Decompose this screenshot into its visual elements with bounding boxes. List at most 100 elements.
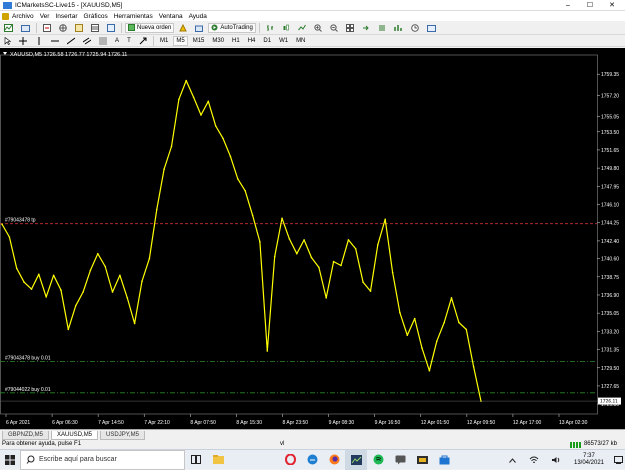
price-point: [428, 369, 431, 372]
market-watch-button[interactable]: [40, 23, 54, 33]
price-point: [192, 96, 195, 99]
menu-graficos[interactable]: Gráficos: [81, 13, 111, 20]
market-button[interactable]: [192, 23, 206, 33]
tile-windows-button[interactable]: [343, 23, 357, 33]
notifications-button[interactable]: [611, 450, 625, 470]
chat-app-button[interactable]: [389, 450, 411, 470]
horizontal-line-tool[interactable]: [48, 36, 62, 46]
navigator-button[interactable]: [72, 23, 86, 33]
channel-tool[interactable]: [80, 36, 94, 46]
zoom-in-button[interactable]: [311, 23, 325, 33]
connection-bars-icon: [569, 441, 582, 448]
folder-icon: [212, 455, 224, 464]
vertical-line-tool[interactable]: [32, 36, 46, 46]
spotify-button[interactable]: [367, 450, 389, 470]
tab-gbpnzd[interactable]: GBPNZD,M5: [2, 431, 50, 440]
price-chart[interactable]: #79043478 tp #79043478 buy 0.01 #79044022 …: [0, 48, 625, 429]
taskbar-search-box[interactable]: Escribe aquí para buscar: [20, 449, 185, 470]
period-m30[interactable]: M30: [209, 36, 227, 46]
folder-alt-icon: [416, 456, 428, 464]
candlestick-button[interactable]: [279, 23, 293, 33]
start-button[interactable]: [0, 450, 20, 470]
tab-xauusd[interactable]: XAUUSD,M5: [51, 431, 99, 440]
period-mn[interactable]: MN: [293, 36, 308, 46]
arrows-tool[interactable]: [136, 36, 150, 46]
period-d1[interactable]: D1: [260, 36, 274, 46]
taskbar-clock[interactable]: 7:37 13/04/2021: [567, 453, 611, 467]
crosshair-tool[interactable]: [16, 36, 30, 46]
line-chart-button[interactable]: [295, 23, 309, 33]
arrow-icon: [139, 37, 147, 44]
tab-usdjpy[interactable]: USDJPY,M5: [100, 431, 145, 440]
menu-archivo[interactable]: Archivo: [9, 13, 37, 20]
period-h4[interactable]: H4: [245, 36, 259, 46]
period-dropdown-button[interactable]: [408, 23, 422, 33]
x-tick-label: 8 Apr 07:50: [190, 420, 216, 426]
close-button[interactable]: ✕: [601, 0, 623, 11]
terminal-button[interactable]: [88, 23, 102, 33]
metaeditor-button[interactable]: [176, 23, 190, 33]
chart-window[interactable]: #79043478 tp #79043478 buy 0.01 #79044022 …: [0, 48, 625, 429]
price-point: [303, 239, 305, 241]
firefox-button[interactable]: [323, 450, 345, 470]
maximize-button[interactable]: ☐: [579, 0, 601, 11]
new-order-button[interactable]: Nueva orden: [125, 22, 175, 33]
price-point: [82, 291, 84, 293]
wifi-button[interactable]: [523, 450, 545, 470]
autotrading-button[interactable]: AutoTrading: [208, 22, 256, 33]
edge-button[interactable]: [301, 450, 323, 470]
data-window-icon: [59, 23, 67, 32]
profiles-icon: [21, 24, 30, 32]
opera-button[interactable]: [279, 450, 301, 470]
menu-insertar[interactable]: Insertar: [52, 13, 80, 20]
period-h1[interactable]: H1: [229, 36, 243, 46]
templates-button[interactable]: [424, 23, 439, 33]
autoscroll-button[interactable]: [375, 23, 389, 33]
period-m1[interactable]: M1: [157, 36, 171, 46]
text-label-tool[interactable]: T: [124, 36, 134, 46]
cursor-tool[interactable]: [1, 36, 14, 46]
new-chart-button[interactable]: [1, 23, 16, 33]
price-point: [126, 297, 129, 299]
file-explorer-button[interactable]: [207, 450, 229, 470]
period-m5[interactable]: M5: [173, 35, 188, 46]
y-tick-label: 1742.40: [601, 239, 619, 245]
menu-ayuda[interactable]: Ayuda: [186, 13, 210, 20]
fibonacci-tool[interactable]: [96, 36, 110, 46]
price-point: [1, 223, 3, 225]
metatrader-button[interactable]: [345, 449, 367, 470]
y-tick-label: 1727.65: [601, 384, 619, 390]
store-button[interactable]: [433, 450, 455, 470]
price-point: [200, 114, 202, 116]
menu-herramientas[interactable]: Herramientas: [111, 13, 156, 20]
period-w1[interactable]: W1: [276, 36, 291, 46]
y-tick-label: 1736.90: [601, 293, 619, 299]
data-window-button[interactable]: [56, 23, 70, 33]
folder-app-button[interactable]: [411, 450, 433, 470]
chart-shift-button[interactable]: [359, 23, 373, 33]
status-bar: Para obtener ayuda, pulse F1 vl 86573/27…: [0, 440, 625, 449]
strategy-tester-button[interactable]: [104, 23, 118, 33]
text-tool[interactable]: A: [112, 36, 122, 46]
menu-ver[interactable]: Ver: [37, 13, 53, 20]
x-tick-label: 8 Apr 15:30: [236, 420, 262, 426]
profiles-button[interactable]: [18, 23, 33, 33]
bar-chart-icon: [266, 24, 273, 31]
opera-icon: [284, 454, 296, 465]
volume-icon: [552, 457, 560, 463]
y-tick-label: 1735.05: [601, 311, 619, 317]
trendline-tool[interactable]: [64, 36, 78, 46]
bar-chart-button[interactable]: [263, 23, 277, 33]
price-point: [413, 317, 416, 320]
menu-ventana[interactable]: Ventana: [156, 13, 186, 20]
zoom-out-button[interactable]: [327, 23, 341, 33]
indicators-button[interactable]: [391, 23, 406, 33]
period-m15[interactable]: M15: [190, 36, 208, 46]
price-point: [318, 266, 320, 269]
volume-button[interactable]: [545, 450, 567, 470]
task-view-button[interactable]: [185, 450, 207, 470]
tray-chevron[interactable]: [501, 450, 523, 470]
minimize-button[interactable]: –: [557, 0, 579, 11]
price-point: [60, 289, 62, 291]
price-series-line: [1, 79, 482, 402]
